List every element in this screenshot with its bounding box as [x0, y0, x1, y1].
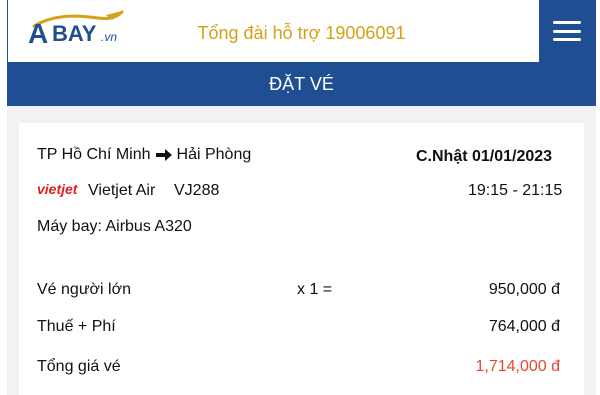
adult-quantity: x 1 = [297, 281, 333, 298]
menu-button[interactable] [539, 0, 595, 62]
origin-city: TP Hồ Chí Minh [37, 146, 151, 163]
total-price: 1,714,000 đ [475, 358, 560, 375]
adult-ticket-price: 950,000 đ [488, 281, 560, 298]
total-label: Tổng giá vé [37, 358, 121, 375]
destination-city: Hải Phòng [176, 146, 252, 163]
adult-ticket-label: Vé người lớn [37, 281, 131, 298]
tax-fee-label: Thuế + Phí [37, 318, 116, 335]
vietjet-logo: vietjet [37, 180, 87, 198]
tax-fee-price: 764,000 đ [488, 318, 560, 335]
hotline-text[interactable]: Tổng đài hỗ trợ 19006091 [8, 23, 595, 44]
route: TP Hồ Chí Minh Hải Phòng [37, 146, 251, 164]
flight-date: C.Nhật 01/01/2023 [416, 148, 553, 165]
flight-time: 19:15 - 21:15 [468, 182, 563, 199]
page-title: ĐẶT VÉ [7, 62, 596, 106]
hamburger-icon [553, 21, 581, 41]
aircraft-type: Máy bay: Airbus A320 [37, 218, 192, 235]
arrow-right-icon [155, 148, 173, 162]
airline-name: Vietjet Air [88, 182, 156, 199]
app-root: A BAY .vn Tổng đài hỗ trợ 19006091 ĐẶT V… [0, 0, 600, 395]
header: A BAY .vn Tổng đài hỗ trợ 19006091 [7, 0, 596, 62]
booking-panel: TP Hồ Chí Minh Hải Phòng C.Nhật 01/01/20… [7, 106, 596, 395]
booking-card: TP Hồ Chí Minh Hải Phòng C.Nhật 01/01/20… [19, 123, 584, 395]
svg-text:vietjet: vietjet [37, 181, 79, 197]
flight-number: VJ288 [174, 182, 220, 199]
